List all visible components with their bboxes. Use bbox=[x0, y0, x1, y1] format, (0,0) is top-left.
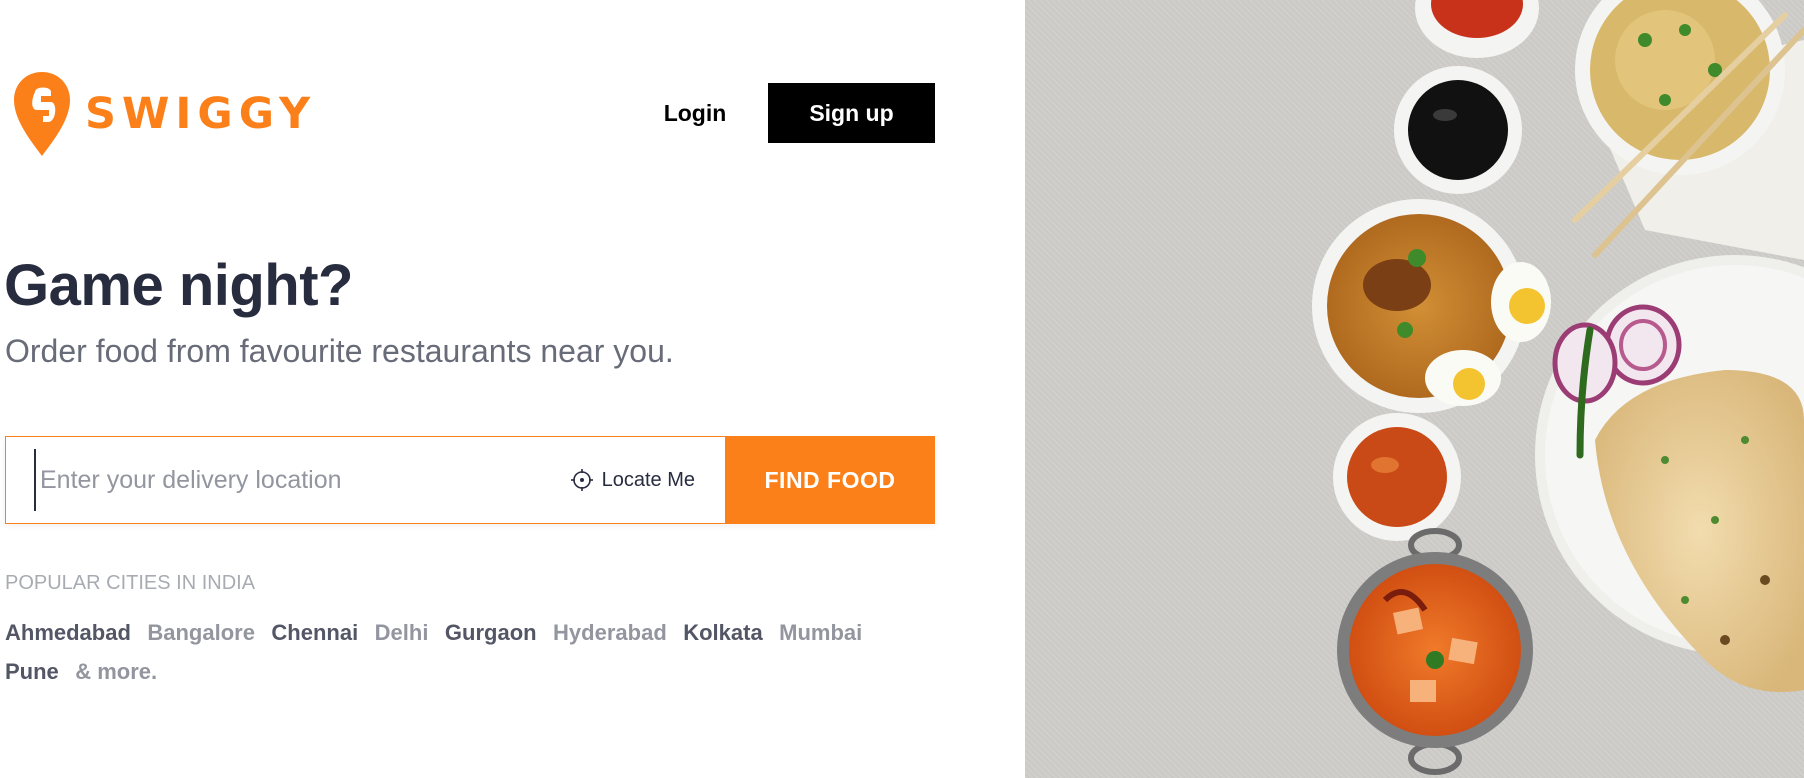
more-cities-link[interactable]: & more. bbox=[75, 654, 157, 690]
delivery-location-input[interactable] bbox=[34, 449, 570, 511]
brand-logo[interactable]: SWIGGY bbox=[13, 70, 316, 158]
city-link-kolkata[interactable]: Kolkata bbox=[683, 615, 762, 651]
popular-cities-list: Ahmedabad Bangalore Chennai Delhi Gurgao… bbox=[5, 615, 905, 693]
food-hero-image bbox=[1025, 0, 1804, 778]
landing-left-panel: SWIGGY Login Sign up Game night? Order f… bbox=[0, 0, 1025, 778]
city-link-pune[interactable]: Pune bbox=[5, 654, 59, 690]
city-link-chennai[interactable]: Chennai bbox=[271, 615, 358, 651]
soy-sauce-bowl bbox=[1394, 66, 1522, 194]
popular-cities-title: POPULAR CITIES IN INDIA bbox=[5, 572, 256, 594]
swiggy-logo-icon bbox=[14, 72, 70, 156]
city-link-ahmedabad[interactable]: Ahmedabad bbox=[5, 615, 131, 651]
signup-button[interactable]: Sign up bbox=[768, 83, 935, 143]
food-spread-illustration bbox=[1025, 0, 1804, 778]
brand-wordmark: SWIGGY bbox=[85, 89, 317, 139]
city-link-bangalore[interactable]: Bangalore bbox=[147, 615, 255, 651]
find-food-button[interactable]: FIND FOOD bbox=[725, 436, 935, 524]
locate-me-button[interactable]: Locate Me bbox=[570, 468, 695, 492]
city-link-delhi[interactable]: Delhi bbox=[375, 615, 429, 651]
city-link-hyderabad[interactable]: Hyderabad bbox=[553, 615, 667, 651]
login-button[interactable]: Login bbox=[640, 83, 750, 143]
hero-subheadline: Order food from favourite restaurants ne… bbox=[5, 333, 674, 369]
crosshair-icon bbox=[570, 469, 593, 491]
locate-me-label: Locate Me bbox=[601, 468, 695, 491]
location-search-bar: Locate Me FIND FOOD bbox=[5, 436, 935, 524]
search-box: Locate Me bbox=[5, 436, 725, 524]
city-link-gurgaon[interactable]: Gurgaon bbox=[445, 615, 537, 651]
curry-sauce-bowl bbox=[1333, 413, 1461, 541]
hero-headline: Game night? bbox=[4, 253, 353, 318]
city-link-mumbai[interactable]: Mumbai bbox=[779, 615, 862, 651]
